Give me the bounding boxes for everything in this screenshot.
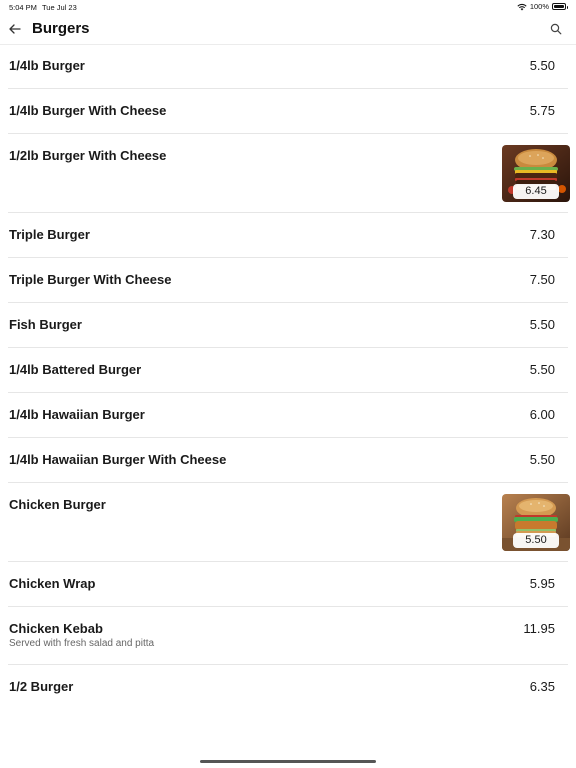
item-price: 5.50 — [529, 452, 555, 467]
item-price: 5.50 — [529, 317, 555, 332]
search-button[interactable] — [550, 22, 564, 36]
arrow-left-icon — [9, 24, 21, 34]
menu-item[interactable]: 1/4lb Hawaiian Burger With Cheese 5.50 — [8, 438, 568, 483]
menu-item[interactable]: 1/4lb Burger With Cheese 5.75 — [8, 89, 568, 134]
home-indicator[interactable] — [200, 760, 376, 763]
item-price: 11.95 — [523, 621, 555, 636]
page-title: Burgers — [32, 20, 90, 37]
menu-item[interactable]: Triple Burger With Cheese 7.50 — [8, 258, 568, 303]
menu-item[interactable]: Fish Burger 5.50 — [8, 303, 568, 348]
item-name: 1/4lb Burger With Cheese — [9, 103, 167, 118]
menu-item[interactable]: Chicken Burger 5.50 — [8, 483, 570, 562]
item-name: Chicken Burger — [9, 497, 106, 512]
menu-item[interactable]: 1/4lb Battered Burger 5.50 — [8, 348, 568, 393]
status-indicators: 100% — [517, 2, 568, 11]
status-bar: 5:04 PM Tue Jul 23 100% — [0, 0, 576, 14]
item-name: Triple Burger With Cheese — [9, 272, 172, 287]
menu-item[interactable]: Chicken Wrap 5.95 — [8, 562, 568, 607]
item-name: 1/4lb Hawaiian Burger With Cheese — [9, 452, 227, 467]
item-name: 1/4lb Burger — [9, 58, 85, 73]
item-price: 7.50 — [529, 272, 555, 287]
back-button[interactable] — [6, 20, 24, 38]
search-icon — [550, 23, 562, 35]
item-name: 1/4lb Hawaiian Burger — [9, 407, 145, 422]
cheeseburger-photo[interactable]: 6.45 — [502, 145, 570, 202]
item-name: Triple Burger — [9, 227, 90, 242]
menu-item[interactable]: Chicken Kebab Served with fresh salad an… — [8, 607, 568, 665]
menu-item[interactable]: 1/4lb Hawaiian Burger 6.00 — [8, 393, 568, 438]
item-price: 5.50 — [513, 533, 559, 548]
item-price: 6.35 — [529, 679, 555, 694]
item-price: 5.95 — [529, 576, 555, 591]
battery-percent: 100% — [529, 2, 549, 11]
wifi-icon — [517, 3, 527, 10]
item-price: 5.50 — [529, 362, 555, 377]
item-price: 5.50 — [529, 58, 555, 73]
status-date: Tue Jul 23 — [42, 3, 77, 12]
item-name: Fish Burger — [9, 317, 82, 332]
item-price: 6.45 — [513, 184, 559, 199]
item-name: 1/2 Burger — [9, 679, 74, 694]
menu-list: 1/4lb Burger 5.50 1/4lb Burger With Chee… — [0, 44, 576, 710]
chicken-burger-photo[interactable]: 5.50 — [502, 494, 570, 551]
menu-item[interactable]: 1/4lb Burger 5.50 — [8, 44, 568, 89]
item-price: 7.30 — [529, 227, 555, 242]
item-price: 5.75 — [529, 103, 555, 118]
item-name: 1/2lb Burger With Cheese — [9, 148, 167, 163]
battery-icon — [552, 3, 568, 10]
menu-item[interactable]: Triple Burger 7.30 — [8, 213, 568, 258]
navigation-bar: Burgers — [0, 14, 576, 45]
menu-item[interactable]: 1/2lb Burger With Cheese 6.45 — [8, 134, 570, 213]
item-name: 1/4lb Battered Burger — [9, 362, 142, 377]
menu-item[interactable]: 1/2 Burger 6.35 — [8, 665, 568, 710]
item-description: Served with fresh salad and pitta — [9, 638, 155, 649]
status-time: 5:04 PM — [9, 3, 37, 12]
item-name: Chicken Kebab — [9, 621, 103, 636]
item-price: 6.00 — [529, 407, 555, 422]
item-name: Chicken Wrap — [9, 576, 96, 591]
